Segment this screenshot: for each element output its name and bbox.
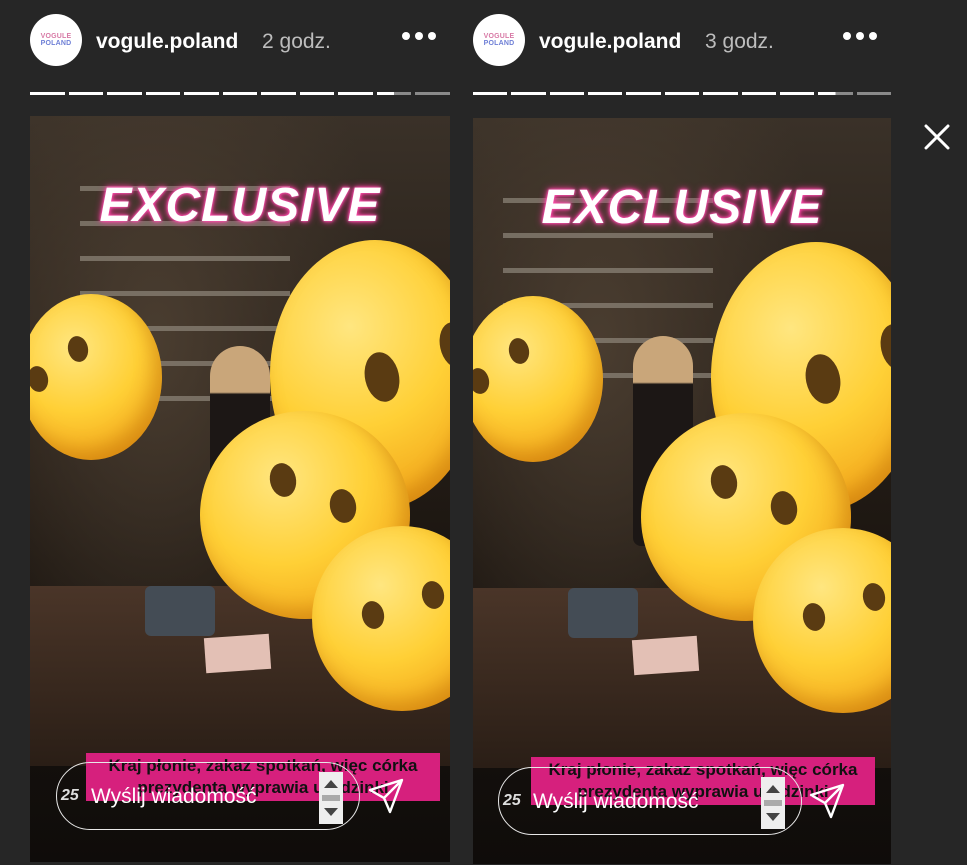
progress-segment xyxy=(549,92,585,95)
message-input[interactable]: 25 Wyślij wiadomość xyxy=(498,767,802,835)
progress-segment xyxy=(107,92,142,95)
more-options-button[interactable] xyxy=(843,32,877,40)
more-options-button[interactable] xyxy=(402,32,436,40)
message-count: 25 xyxy=(503,792,521,809)
more-dots-icon xyxy=(843,32,851,40)
message-count: 25 xyxy=(61,787,79,804)
message-placeholder: Wyślij wiadomość xyxy=(91,785,257,808)
progress-segment xyxy=(68,92,104,95)
napkin xyxy=(631,635,700,676)
plates xyxy=(145,586,215,636)
plates xyxy=(568,588,638,638)
message-placeholder: Wyślij wiadomość xyxy=(533,790,699,813)
chevron-down-icon[interactable] xyxy=(324,808,338,816)
exclusive-sticker: EXCLUSIVE xyxy=(99,179,381,232)
progress-segment xyxy=(473,92,508,95)
progress-segment xyxy=(856,92,891,95)
progress-segment xyxy=(818,92,853,95)
progress-segment xyxy=(145,92,181,95)
number-stepper[interactable] xyxy=(319,772,343,824)
progress-segment xyxy=(184,92,219,95)
message-input[interactable]: 25 Wyślij wiadomość xyxy=(56,762,360,830)
progress-segment xyxy=(376,92,412,95)
progress-segment xyxy=(222,92,258,95)
timestamp: 3 godz. xyxy=(705,30,774,53)
chevron-down-icon[interactable] xyxy=(766,813,780,821)
more-dots-icon xyxy=(402,32,410,40)
story-header: VOGULE POLAND vogule.poland 3 godz. xyxy=(473,14,891,68)
progress-segment xyxy=(588,92,623,95)
napkin xyxy=(203,633,272,674)
username-link[interactable]: vogule.poland xyxy=(539,30,681,54)
avatar-logo-line2: POLAND xyxy=(40,40,72,47)
progress-segment xyxy=(779,92,815,95)
progress-segment xyxy=(261,92,296,95)
progress-segment xyxy=(741,92,776,95)
progress-segment xyxy=(511,92,546,95)
avatar-logo-line1: VOGULE xyxy=(483,33,515,40)
progress-segment xyxy=(30,92,65,95)
story-progress-bar xyxy=(473,92,891,95)
exclusive-sticker: EXCLUSIVE xyxy=(541,181,823,234)
chevron-up-icon[interactable] xyxy=(766,785,780,793)
chevron-up-icon[interactable] xyxy=(324,780,338,788)
progress-segment xyxy=(664,92,700,95)
progress-segment xyxy=(415,92,451,95)
story-progress-bar xyxy=(30,92,451,95)
story-header: VOGULE POLAND vogule.poland 2 godz. xyxy=(30,14,450,68)
avatar[interactable]: VOGULE POLAND xyxy=(473,14,525,66)
send-icon[interactable] xyxy=(807,781,847,821)
progress-segment xyxy=(626,92,661,95)
story-media[interactable]: EXCLUSIVE Kraj płonie, zakaz spotkań, wi… xyxy=(473,118,891,864)
story-media[interactable]: EXCLUSIVE Kraj płonie, zakaz spotkań, wi… xyxy=(30,116,450,862)
avatar[interactable]: VOGULE POLAND xyxy=(30,14,82,66)
progress-segment xyxy=(703,92,738,95)
timestamp: 2 godz. xyxy=(262,30,331,53)
progress-segment xyxy=(299,92,335,95)
close-icon[interactable] xyxy=(924,124,950,150)
number-stepper[interactable] xyxy=(761,777,785,829)
send-icon[interactable] xyxy=(366,776,406,816)
avatar-logo-line2: POLAND xyxy=(483,40,515,47)
avatar-logo-line1: VOGULE xyxy=(40,33,72,40)
username-link[interactable]: vogule.poland xyxy=(96,30,238,54)
progress-segment xyxy=(338,92,373,95)
